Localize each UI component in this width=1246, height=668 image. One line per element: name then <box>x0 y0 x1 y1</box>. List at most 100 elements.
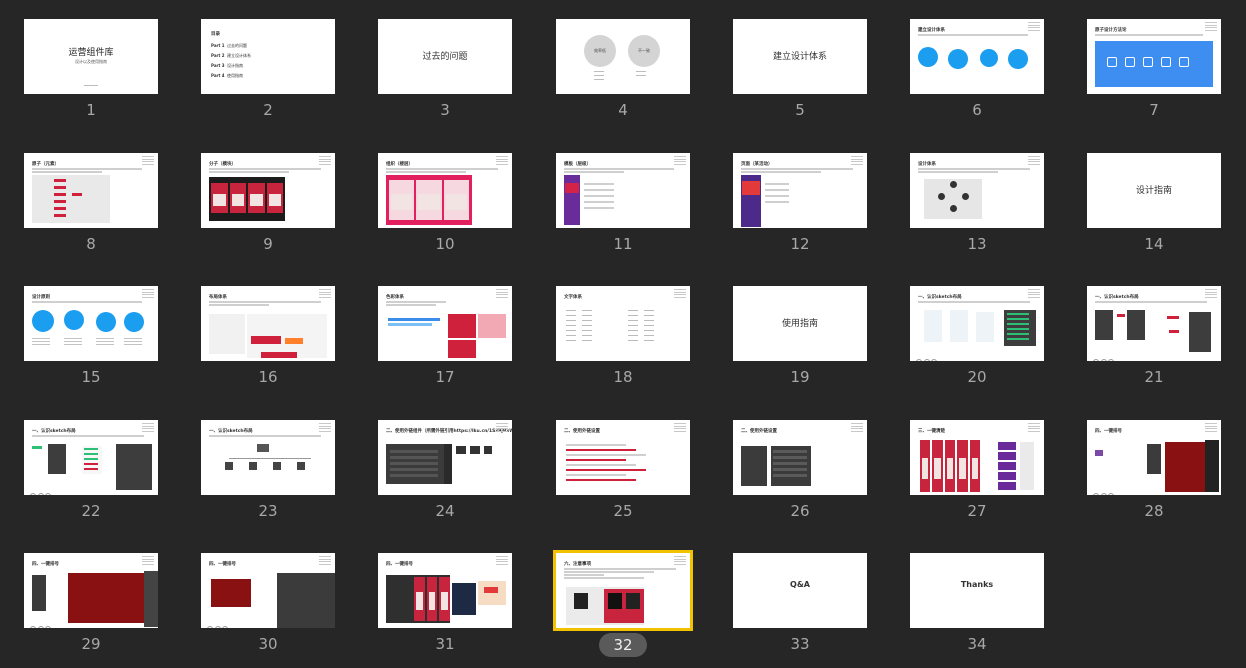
type-cell <box>644 325 654 327</box>
corner-decoration <box>319 423 331 433</box>
slide-canvas[interactable]: 模板（层级） <box>556 153 690 228</box>
type-cell <box>644 315 654 317</box>
red-canvas <box>211 579 251 607</box>
slide-canvas[interactable]: 二、使用外链设置 <box>556 420 690 495</box>
red-banner-3 <box>261 352 297 358</box>
navigation-dots <box>207 617 230 628</box>
type-cell <box>566 315 576 317</box>
dot-icon <box>1108 359 1114 361</box>
agenda-part: Part 4 <box>211 73 225 78</box>
text-line <box>32 168 142 170</box>
slide-title: 布局体系 <box>209 295 227 300</box>
type-cell <box>644 320 654 322</box>
slide-canvas[interactable]: 组织（楼层） <box>378 153 512 228</box>
corner-decoration <box>496 289 508 299</box>
corner-decoration <box>1205 423 1217 433</box>
slide-title: 三、一键清楚 <box>918 429 945 434</box>
panel-row <box>1007 338 1029 340</box>
purple-card <box>998 482 1016 490</box>
panel <box>32 575 46 611</box>
panel-row <box>1007 323 1029 325</box>
caption-line <box>96 344 114 345</box>
panel-row <box>1007 318 1029 320</box>
slide-canvas[interactable]: 设计原则 <box>24 286 158 361</box>
slide-canvas[interactable]: 一、认识sketch布局 <box>24 420 158 495</box>
corner-decoration <box>496 423 508 433</box>
slide-canvas[interactable]: 文字体系 <box>556 286 690 361</box>
slide-canvas[interactable]: 过去的问题 <box>378 19 512 94</box>
caption-line <box>636 75 646 76</box>
purple-card <box>998 442 1016 450</box>
navigation-dots <box>30 617 53 628</box>
slide-canvas[interactable]: 四、一键排号 <box>201 553 335 628</box>
slide-canvas[interactable]: 三、一键清楚 <box>910 420 1044 495</box>
slide-canvas[interactable]: 六、注意事项 <box>553 550 693 631</box>
thumbnail-image <box>439 577 450 621</box>
corner-decoration <box>674 423 686 433</box>
slide-canvas[interactable]: 设计指南 <box>1087 153 1221 228</box>
slide-canvas[interactable]: Q&A <box>733 553 867 628</box>
caption-line <box>584 207 614 209</box>
screen-1 <box>924 310 942 342</box>
slide-number: 4 <box>618 101 628 119</box>
blue-circle <box>64 310 84 330</box>
type-cell <box>566 320 576 322</box>
slide-canvas[interactable]: 页面（某活动） <box>733 153 867 228</box>
atom-icon <box>1179 57 1189 67</box>
slide-canvas[interactable]: Thanks <box>910 553 1044 628</box>
agenda-item: Part 4 使用指南 <box>211 73 243 79</box>
red-canvas <box>68 573 146 623</box>
type-cell <box>582 340 592 342</box>
slide-title: 一、认识sketch布局 <box>209 429 253 434</box>
thumbnail-image <box>416 180 442 220</box>
slide-canvas[interactable]: 分子（模块） <box>201 153 335 228</box>
slide-canvas[interactable]: 原子（元素） <box>24 153 158 228</box>
phone-banner <box>742 181 760 195</box>
slide-canvas[interactable]: 四、一键排号 <box>378 553 512 628</box>
dot-icon <box>207 626 213 628</box>
type-cell <box>628 310 638 312</box>
slide-canvas[interactable]: 原子设计方法论 <box>1087 19 1221 94</box>
slide-canvas[interactable]: 色彩体系 <box>378 286 512 361</box>
shirt-2 <box>608 593 622 609</box>
slide-canvas[interactable]: 效率低 不一致 <box>556 19 690 94</box>
slide-canvas[interactable]: 运营组件库 设计以及使用指南 <box>24 19 158 94</box>
code-line <box>566 449 636 451</box>
atom-icon <box>1125 57 1135 67</box>
text-line <box>32 435 144 437</box>
slide-canvas[interactable]: 二、使用外链设置 <box>733 420 867 495</box>
type-cell <box>628 330 638 332</box>
slide-canvas[interactable]: 建立设计体系 <box>910 19 1044 94</box>
panel-row <box>773 462 807 465</box>
text-line <box>741 171 821 173</box>
slide-canvas[interactable]: 四、一键排号 <box>1087 420 1221 495</box>
type-cell <box>566 340 576 342</box>
slide-canvas[interactable]: 设计体系 <box>910 153 1044 228</box>
thumbnail-detail <box>231 193 244 206</box>
corner-decoration <box>496 556 508 566</box>
text-line <box>564 571 654 573</box>
caption-line <box>32 341 50 342</box>
thumbnail-image <box>957 440 968 492</box>
dot-icon <box>916 359 922 361</box>
corner-decoration <box>496 156 508 166</box>
slide-canvas[interactable]: 二、使用外链组件（所需外链引用https://lku.cn/1Sx9jBxW） <box>378 420 512 495</box>
slide-canvas[interactable]: 一、认识sketch布局 <box>910 286 1044 361</box>
corner-decoration <box>851 423 863 433</box>
slide-canvas[interactable]: 一、认识sketch布局 <box>1087 286 1221 361</box>
slide-canvas[interactable]: 建立设计体系 <box>733 19 867 94</box>
slide-number: 33 <box>790 635 810 653</box>
thumbnail-detail <box>922 458 929 479</box>
thumbnail-image <box>229 183 246 213</box>
slide-canvas[interactable]: 目录 Part 1 过去的问题 Part 2 建立设计体系 Part 3 设计指南 Part … <box>201 19 335 94</box>
caption-line <box>594 75 604 76</box>
slide-canvas[interactable]: 使用指南 <box>733 286 867 361</box>
navigation-dots <box>1093 484 1116 495</box>
blue-circle <box>1008 49 1028 69</box>
slide-number: 27 <box>967 502 987 520</box>
slide-canvas[interactable]: 布局体系 <box>201 286 335 361</box>
slide-canvas[interactable]: 一、认识sketch布局 <box>201 420 335 495</box>
blue-circle <box>948 49 968 69</box>
slide-canvas[interactable]: 四、一键排号 <box>24 553 158 628</box>
slide-number: 28 <box>1144 502 1164 520</box>
